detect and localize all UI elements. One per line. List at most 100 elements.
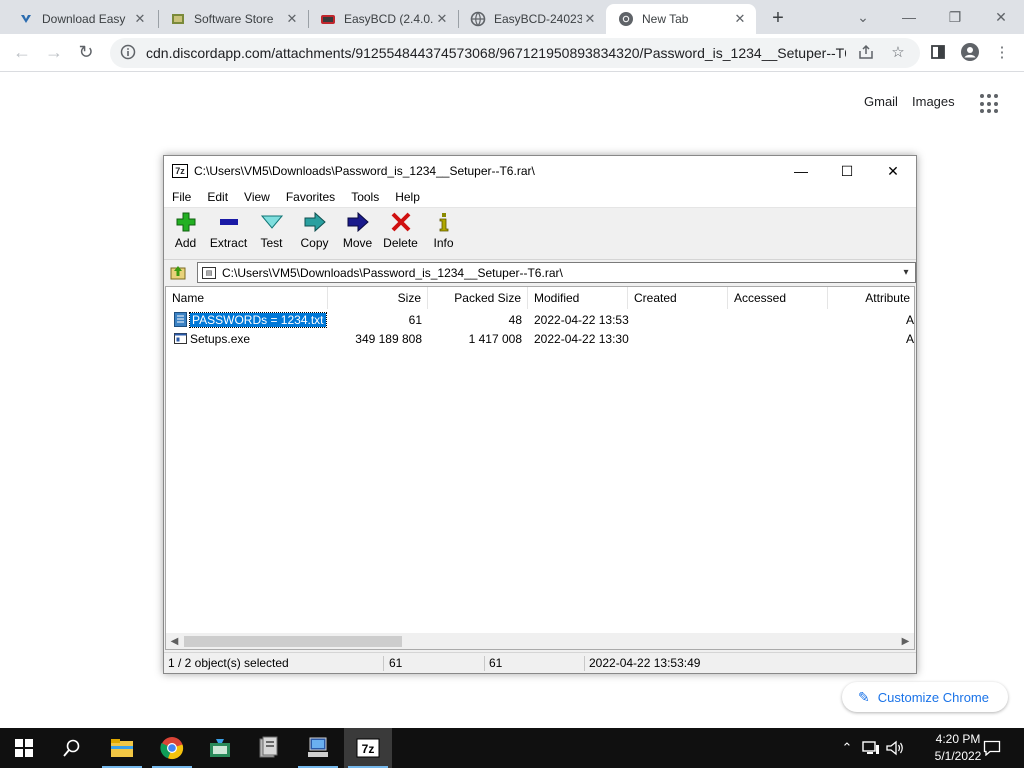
images-link[interactable]: Images [912,94,955,109]
scroll-right-icon[interactable]: ▶ [897,633,914,649]
status-divider [383,656,384,671]
path-combobox[interactable]: ▤ C:\Users\VM5\Downloads\Password_is_123… [197,262,916,283]
clock-time: 4:20 PM [935,732,981,746]
column-created[interactable]: Created [628,287,728,309]
menu-view[interactable]: View [236,190,278,204]
menu-tools[interactable]: Tools [343,190,387,204]
gmail-link[interactable]: Gmail [864,94,898,109]
column-name[interactable]: Name [166,287,328,309]
file-modified: 2022-04-22 13:30 [534,331,629,346]
tab-software-store[interactable]: Software Store ✕ [158,4,308,34]
column-size[interactable]: Size [328,287,428,309]
menu-file[interactable]: File [164,190,199,204]
menu-favorites[interactable]: Favorites [278,190,343,204]
reload-button[interactable]: ↻ [72,38,100,66]
close-icon[interactable]: ✕ [434,11,450,27]
status-modified: 2022-04-22 13:53:49 [589,656,701,670]
chevron-up-icon[interactable]: ⌃ [838,728,856,768]
google-apps-icon[interactable] [980,94,1000,114]
restore-button[interactable]: ❐ [932,0,978,34]
globe-icon [470,11,486,27]
chevron-down-icon[interactable]: ▾ [897,267,915,278]
tab-easybcd[interactable]: EasyBCD (2.4.0. ✕ [308,4,458,34]
delete-label: Delete [383,236,418,250]
info-icon[interactable] [120,44,136,63]
close-icon[interactable]: ✕ [284,11,300,27]
add-button[interactable]: Add [164,208,207,256]
move-button[interactable]: Move [336,208,379,256]
tab-title: New Tab [642,12,689,26]
file-name-cell: PASSWORDs = 1234.txt [166,310,328,329]
sevenzip-title-bar[interactable]: 7z C:\Users\VM5\Downloads\Password_is_12… [164,156,916,186]
horizontal-scrollbar[interactable]: ◀ ▶ [166,633,914,649]
file-size: 61 [408,312,422,327]
profile-avatar-icon[interactable] [958,40,982,64]
maximize-button[interactable]: ☐ [824,156,870,186]
file-list[interactable]: Name Size Packed Size Modified Created A… [165,286,915,650]
file-packed-size: 48 [508,312,522,327]
search-icon[interactable] [48,728,96,768]
menu-edit[interactable]: Edit [199,190,236,204]
status-divider [484,656,485,671]
extract-button[interactable]: Extract [207,208,250,256]
scrollbar-thumb[interactable] [184,636,402,647]
menu-bar: File Edit View Favorites Tools Help [164,186,916,208]
table-row[interactable]: Setups.exe 349 189 808 1 417 008 2022-04… [166,329,914,348]
notification-icon[interactable] [978,728,1006,768]
windows-start-icon[interactable] [0,728,48,768]
close-icon[interactable]: ✕ [132,11,148,27]
minimize-button[interactable]: — [886,0,932,34]
side-panel-icon[interactable] [926,40,950,64]
volume-icon[interactable] [884,728,906,768]
menu-help[interactable]: Help [387,190,428,204]
move-arrow-icon [347,211,369,234]
column-packed-size[interactable]: Packed Size [428,287,528,309]
svg-text:7z: 7z [362,742,375,756]
file-explorer-icon[interactable] [98,728,146,768]
forward-button[interactable]: → [40,38,68,66]
copy-button[interactable]: Copy [293,208,336,256]
close-icon[interactable]: ✕ [732,11,748,27]
column-attributes[interactable]: Attribute [828,287,914,309]
column-accessed[interactable]: Accessed [728,287,828,309]
test-label: Test [260,236,283,250]
network-icon[interactable] [860,728,882,768]
tab-title: EasyBCD (2.4.0. [344,12,434,26]
info-button[interactable]: Info [422,208,465,256]
tab-new-tab[interactable]: New Tab ✕ [606,4,756,34]
bookmark-star-icon[interactable]: ☆ [886,40,910,64]
new-tab-button[interactable]: + [764,4,792,32]
address-bar[interactable]: cdn.discordapp.com/attachments/912554844… [110,38,920,68]
close-window-button[interactable]: ✕ [978,0,1024,34]
status-size: 61 [389,656,403,670]
menu-kebab-icon[interactable]: ⋮ [990,40,1014,64]
customize-chrome-button[interactable]: ✎ Customize Chrome [842,682,1008,712]
column-modified[interactable]: Modified [528,287,628,309]
file-name-cell: Setups.exe [166,329,328,348]
scroll-left-icon[interactable]: ◀ [166,633,183,649]
tab-title: EasyBCD-24023 [494,12,582,26]
delete-x-icon [391,212,411,234]
tab-download-easy[interactable]: Download Easy ✕ [6,4,156,34]
store-app-icon[interactable] [196,728,244,768]
tab-easybcd-download[interactable]: EasyBCD-24023 ✕ [458,4,606,34]
close-icon[interactable]: ✕ [582,11,598,27]
clock-date: 5/1/2022 [934,749,982,763]
table-row[interactable]: PASSWORDs = 1234.txt 61 48 2022-04-22 13… [166,310,914,329]
chrome-taskbar-icon[interactable] [148,728,196,768]
installer-app-icon[interactable] [244,728,292,768]
sevenzip-taskbar-icon[interactable]: 7z [344,728,392,768]
file-attributes: A [905,331,914,346]
back-button[interactable]: ← [8,38,36,66]
share-icon[interactable] [854,40,878,64]
tab-search-chevron-icon[interactable]: ⌄ [840,0,886,34]
check-icon [260,212,283,234]
file-packed-size: 1 417 008 [468,331,522,346]
computer-app-icon[interactable] [294,728,342,768]
close-window-button[interactable]: ✕ [870,156,916,186]
store-icon [170,11,186,27]
minimize-button[interactable]: — [778,156,824,186]
test-button[interactable]: Test [250,208,293,256]
folder-up-button[interactable] [168,262,188,282]
delete-button[interactable]: Delete [379,208,422,256]
